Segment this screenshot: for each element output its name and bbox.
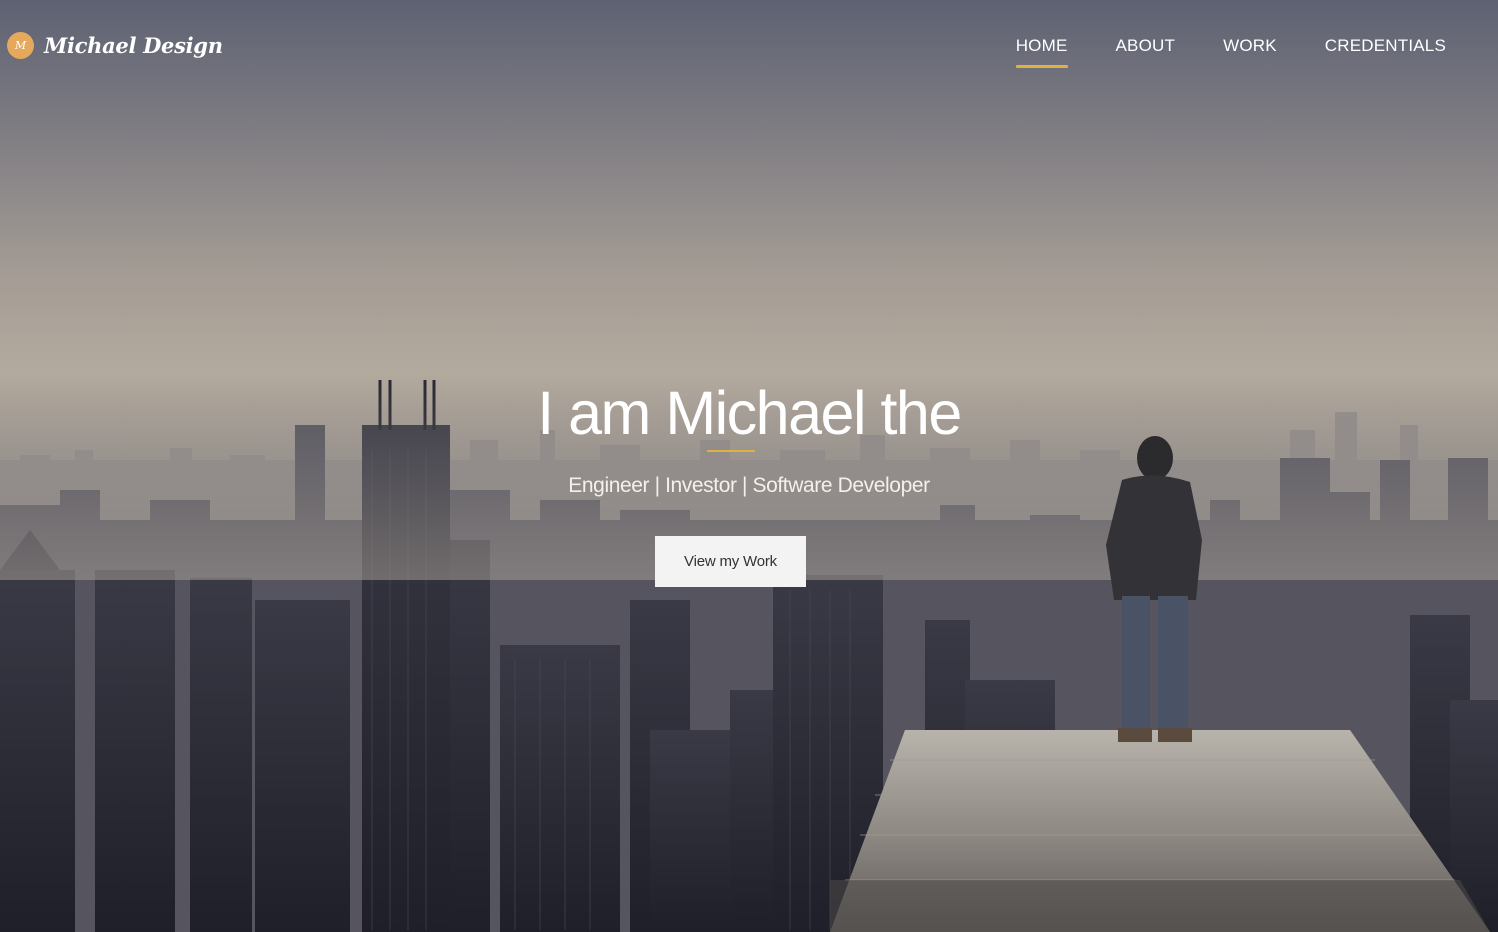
nav-menu: HOME ABOUT WORK CREDENTIALS	[1015, 36, 1446, 68]
hero-section: M Michael Design HOME ABOUT WORK CREDENT…	[0, 0, 1498, 932]
top-navbar: M Michael Design HOME ABOUT WORK CREDENT…	[0, 0, 1498, 92]
city-skyline-image	[0, 380, 1498, 932]
headline-underline	[707, 450, 755, 452]
view-my-work-button[interactable]: View my Work	[655, 536, 806, 587]
nav-item-work[interactable]: WORK	[1223, 36, 1277, 68]
logo-badge-icon: M	[7, 32, 34, 59]
brand-name: Michael Design	[44, 33, 223, 58]
nav-item-about[interactable]: ABOUT	[1116, 36, 1176, 68]
nav-item-home[interactable]: HOME	[1015, 36, 1068, 68]
hero-headline: I am Michael the	[537, 379, 962, 447]
brand-logo[interactable]: M Michael Design	[7, 32, 223, 59]
hero-subtitle: Engineer | Investor | Software Developer	[568, 474, 930, 497]
nav-item-credentials[interactable]: CREDENTIALS	[1325, 36, 1446, 68]
